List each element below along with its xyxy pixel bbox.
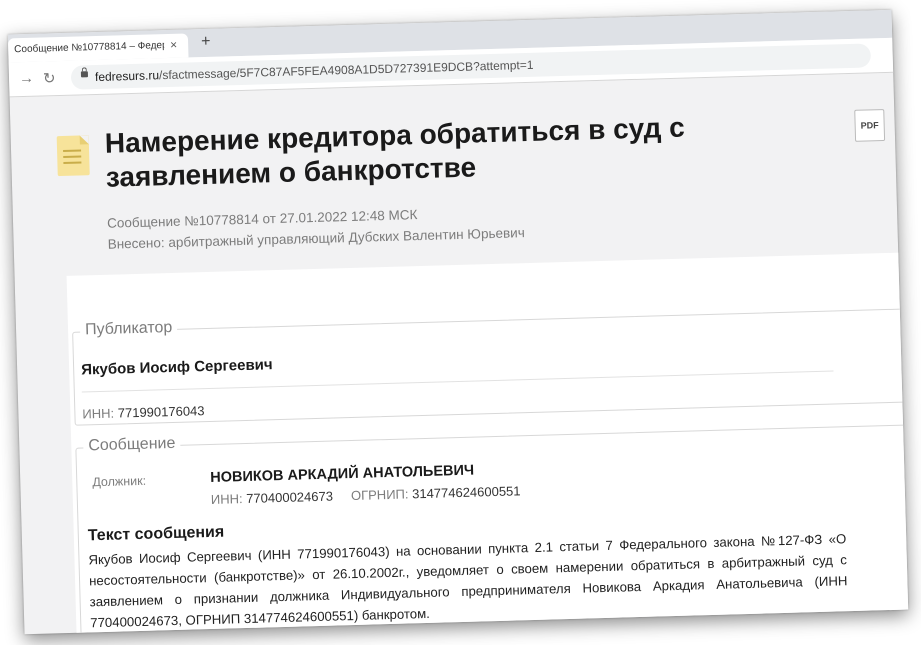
url-path: /sfactmessage/5F7C87AF5FEA4908A1D5D72739… [158,57,534,83]
close-tab-icon[interactable]: × [170,38,177,52]
browser-window: Сообщение №10778814 – Федерс × + → ↻ fed… [7,9,909,635]
pdf-download-button[interactable]: PDF [854,109,886,142]
url-host: fedresurs.ru [94,68,160,85]
message-meta: Сообщение №10778814 от 27.01.2022 12:48 … [107,201,525,255]
message-text-heading: Текст сообщения [87,523,225,545]
photo-stage: Сообщение №10778814 – Федерс × + → ↻ fed… [0,0,921,645]
new-tab-icon[interactable]: + [201,33,211,51]
inn-label: ИНН: [82,405,115,422]
debtor-label: Должник: [92,473,147,490]
page-content: Намерение кредитора обратиться в суд с з… [10,73,909,635]
message-legend: Сообщение [83,434,181,456]
tab-title: Сообщение №10778814 – Федерс [14,40,165,56]
inn-value: 771990176043 [117,403,205,421]
reload-icon[interactable]: ↻ [43,69,56,87]
url-text: fedresurs.ru/sfactmessage/5F7C87AF5FEA49… [95,58,534,84]
document-icon [56,135,90,177]
page-title: Намерение кредитора обратиться в суд с з… [104,111,686,193]
debtor-ogrnip-value: 314774624600551 [411,483,521,502]
debtor-inn-value: 770400024673 [245,488,334,506]
forward-arrow-icon[interactable]: → [19,70,34,87]
debtor-inn-label: ИНН: [210,491,243,507]
debtor-ogrnip-label: ОГРНИП: [350,486,409,504]
lock-icon [80,71,89,78]
publisher-legend: Публикатор [79,318,178,340]
